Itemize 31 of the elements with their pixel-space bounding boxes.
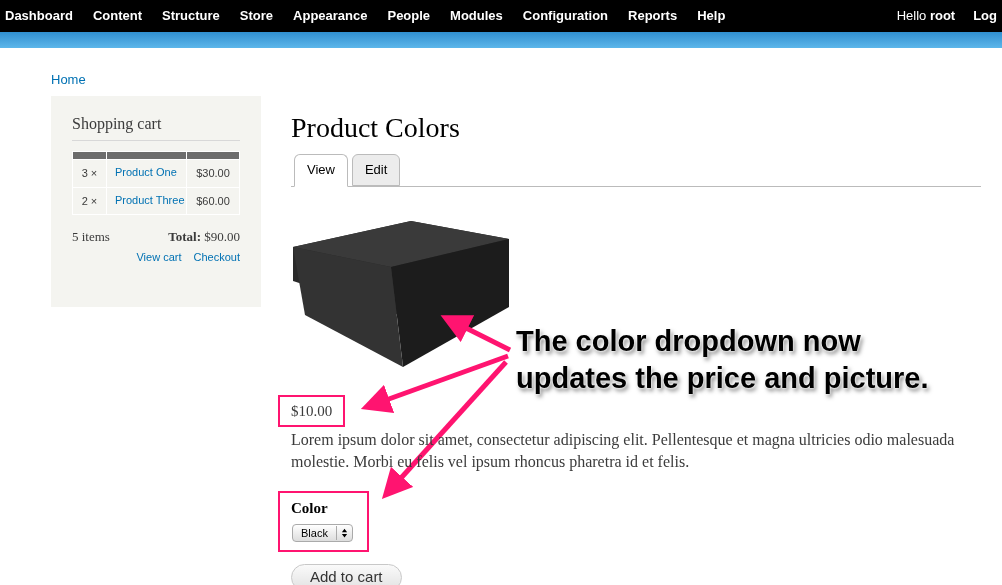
- field-label: Color: [291, 499, 329, 518]
- menu-item[interactable]: Reports: [628, 6, 678, 26]
- line-price: $30.00: [196, 167, 230, 179]
- cart-link[interactable]: View cart: [136, 248, 182, 265]
- menu-item[interactable]: Modules: [450, 6, 503, 26]
- item-count: 5 items: [72, 228, 110, 246]
- page-title: Product Colors: [291, 111, 461, 145]
- annotation-text: The color dropdown now updates the price and picture.: [516, 324, 929, 396]
- menu-item[interactable]: Dashboard: [5, 6, 73, 26]
- price: $10.00: [278, 394, 346, 427]
- menu-item[interactable]: Store: [239, 6, 274, 26]
- menu-item[interactable]: Configuration: [522, 6, 609, 26]
- quantity: 3 ×: [81, 167, 98, 179]
- breadcrumb-link[interactable]: Home: [51, 72, 86, 87]
- quantity: 2 ×: [81, 194, 98, 207]
- greeting: Hello root: [896, 7, 956, 26]
- menu-item[interactable]: Appearance: [293, 6, 368, 26]
- product-description: Lorem ipsum dolor sit amet, consectetur adipiscing elit. Pellentesque et magna ultricies odio malesuada molestie. Morbi eu felis vel ipsum rhoncus pharetra id et felis.: [291, 430, 956, 473]
- color-select[interactable]: Black: [292, 523, 353, 542]
- tab[interactable]: View: [294, 154, 348, 187]
- menu-item[interactable]: Help: [697, 6, 726, 26]
- block-title: Shopping cart: [72, 112, 240, 141]
- tab[interactable]: Edit: [351, 154, 401, 186]
- add-to-cart-button[interactable]: Add to cart: [291, 563, 402, 585]
- line-price: $60.00: [196, 194, 230, 207]
- logout-link[interactable]: Log: [973, 6, 997, 26]
- menu-item[interactable]: People: [387, 6, 431, 26]
- cart-total: Total: $90.00: [168, 228, 240, 246]
- menu-item[interactable]: Structure: [162, 6, 220, 26]
- cart-link[interactable]: Checkout: [193, 248, 240, 265]
- menu-item[interactable]: Content: [92, 6, 142, 26]
